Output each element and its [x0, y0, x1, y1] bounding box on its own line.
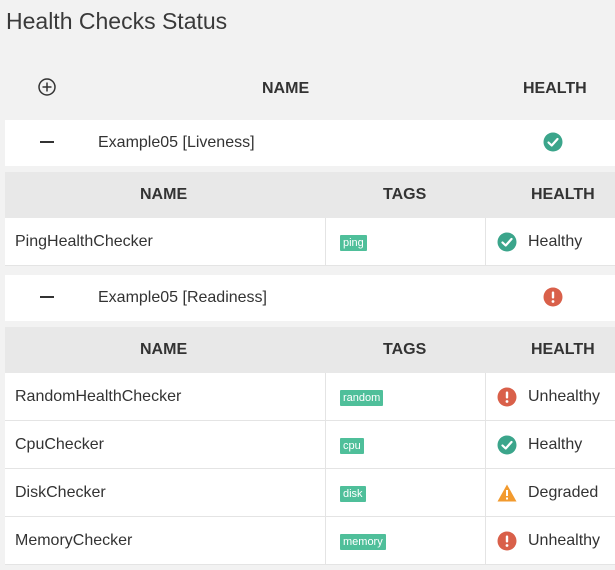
column-header-name: NAME	[140, 341, 188, 358]
tag-badge: memory	[340, 534, 386, 550]
table-header: NAME HEALTH	[0, 66, 615, 112]
check-name: DiskChecker	[15, 484, 106, 501]
exclamation-circle-icon	[497, 387, 517, 407]
group-row-readiness[interactable]: Example05 [Readiness]	[5, 275, 615, 321]
column-header-tags: TAGS	[383, 341, 427, 358]
exclamation-circle-icon	[497, 531, 517, 551]
check-name: PingHealthChecker	[15, 233, 153, 250]
status-text: Healthy	[528, 436, 583, 453]
table-row: CpuChecker cpu Healthy	[5, 421, 615, 469]
column-header-tags: TAGS	[383, 186, 427, 203]
column-header-health: HEALTH	[531, 341, 595, 358]
status-text: Degraded	[528, 484, 599, 501]
group-row-liveness[interactable]: Example05 [Liveness]	[5, 120, 615, 166]
column-header-health: HEALTH	[523, 80, 587, 97]
table-row: RandomHealthChecker random Unhealthy	[5, 373, 615, 421]
check-name: MemoryChecker	[15, 532, 133, 549]
tag-badge: random	[340, 390, 384, 406]
check-circle-icon	[497, 435, 517, 455]
check-circle-icon	[497, 232, 517, 252]
expand-all-icon[interactable]	[38, 78, 56, 96]
sub-table-header: NAME TAGS HEALTH	[5, 172, 615, 218]
table-row: DiskChecker disk Degraded	[5, 469, 615, 517]
checks-table-liveness: NAME TAGS HEALTH PingHealthChecker ping …	[5, 172, 615, 266]
sub-table-header: NAME TAGS HEALTH	[5, 327, 615, 373]
column-header-name: NAME	[262, 80, 310, 97]
page-title: Health Checks Status	[6, 8, 228, 34]
check-name: RandomHealthChecker	[15, 388, 182, 405]
check-name: CpuChecker	[15, 436, 104, 453]
warning-triangle-icon	[497, 483, 517, 503]
status-text: Unhealthy	[528, 388, 601, 405]
tag-badge: disk	[340, 486, 366, 502]
column-header-name: NAME	[140, 186, 188, 203]
tag-badge: ping	[340, 235, 367, 251]
column-header-health: HEALTH	[531, 186, 595, 203]
status-text: Healthy	[528, 233, 583, 250]
table-row: MemoryChecker memory Unhealthy	[5, 517, 615, 565]
check-circle-icon	[543, 132, 563, 152]
group-name: Example05 [Liveness]	[98, 134, 255, 151]
checks-table-readiness: NAME TAGS HEALTH RandomHealthChecker ran…	[5, 327, 615, 565]
exclamation-circle-icon	[543, 287, 563, 307]
collapse-icon[interactable]	[40, 296, 54, 298]
table-row: PingHealthChecker ping Healthy	[5, 218, 615, 266]
group-name: Example05 [Readiness]	[98, 289, 267, 306]
collapse-icon[interactable]	[40, 141, 54, 143]
status-text: Unhealthy	[528, 532, 601, 549]
tag-badge: cpu	[340, 438, 364, 454]
